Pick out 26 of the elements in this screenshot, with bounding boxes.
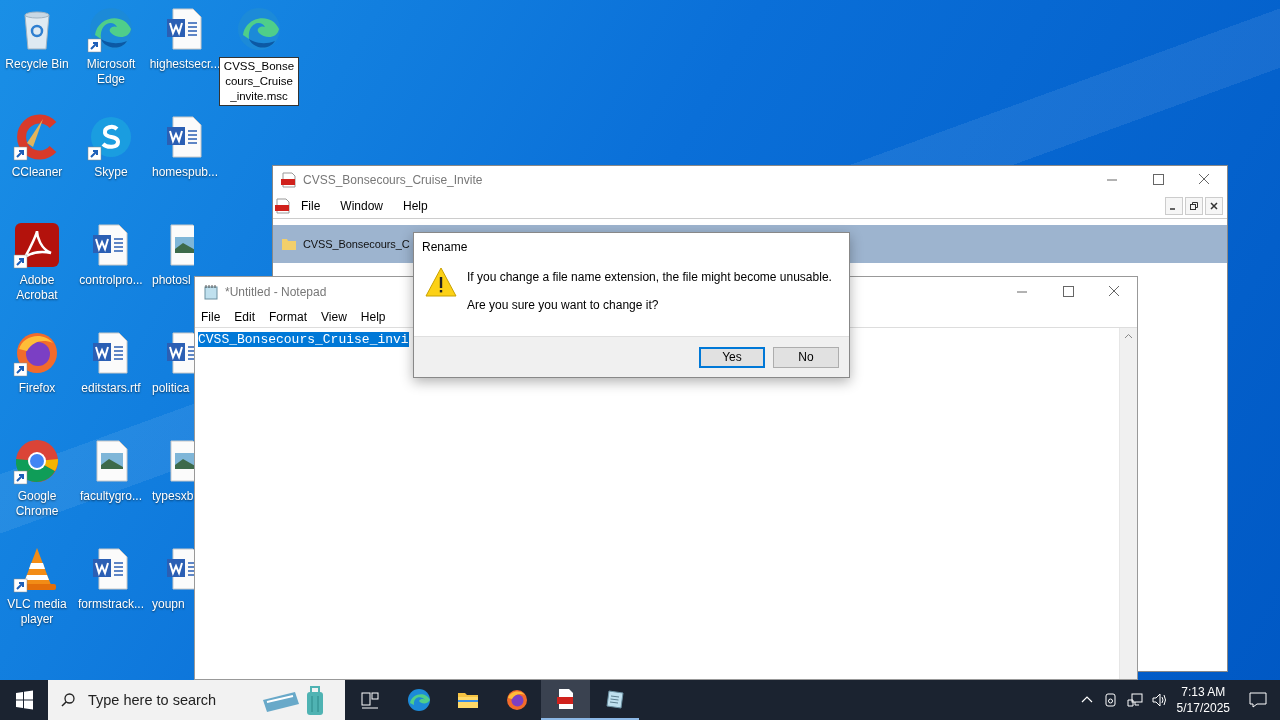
icon-label: Recycle Bin (5, 57, 69, 72)
icon-label: Google Chrome (14, 489, 60, 519)
selected-text: CVSS_Bonsecours_Cruise_invi (198, 332, 409, 347)
icon-label: editstars.rtf (81, 381, 141, 396)
window-title: CVSS_Bonsecours_Cruise_Invite (303, 173, 483, 187)
icon-label: Adobe Acrobat (15, 273, 59, 303)
icon-label: Firefox (18, 381, 56, 396)
dialog-title: Rename (421, 239, 469, 256)
dialog-message: If you change a file name extension, the file might become unusable. (467, 270, 832, 284)
icon-label: VLC media player (6, 597, 68, 627)
time: 7:13 AM (1181, 684, 1226, 700)
date: 5/17/2025 (1176, 700, 1230, 716)
icon-label: highestsecr... (149, 57, 221, 72)
dialog-question: Are you sure you want to change it? (467, 298, 660, 312)
icon-label: Microsoft Edge (85, 57, 137, 87)
icon-label: facultygro... (80, 489, 142, 504)
icon-label: controlpro... (79, 273, 143, 288)
icon-label: typesxb (152, 489, 194, 504)
icon-label: photosl (152, 273, 191, 288)
icon-label: formstrack... (78, 597, 144, 612)
icon-label: politica (152, 381, 190, 396)
icon-label: Skype (94, 165, 128, 180)
icon-label: youpn (152, 597, 185, 612)
icon-label: CCleaner (11, 165, 63, 180)
window-title: *Untitled - Notepad (225, 285, 327, 299)
icon-label: homespub... (151, 165, 218, 180)
